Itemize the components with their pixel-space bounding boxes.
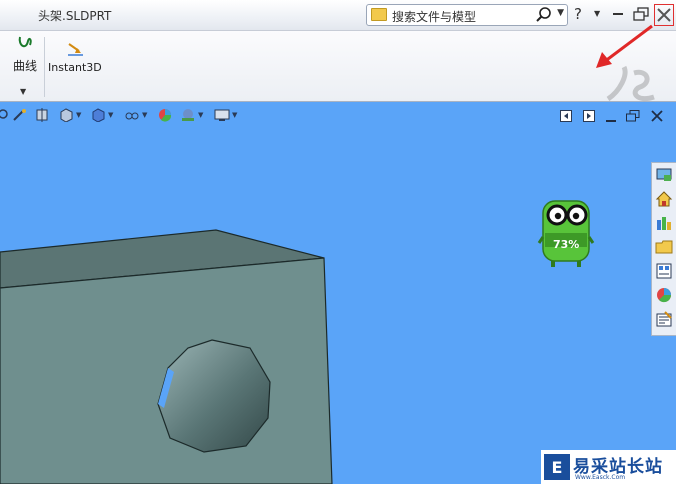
viewport-next-icon[interactable] xyxy=(583,110,595,122)
section-view-icon[interactable] xyxy=(35,108,51,122)
view-settings-icon[interactable] xyxy=(214,108,230,122)
file-explorer-icon[interactable] xyxy=(655,238,673,256)
viewport-prev-icon[interactable] xyxy=(560,110,572,122)
home-tab-icon[interactable] xyxy=(655,190,673,208)
custom-properties-icon[interactable] xyxy=(655,310,673,328)
view-palette-icon[interactable] xyxy=(655,262,673,280)
view-toolbar: ▼ ▼ ▼ ▼ ▼ xyxy=(0,106,270,126)
hide-show-icon[interactable] xyxy=(124,108,140,122)
mascot-percent: 73% xyxy=(553,238,580,251)
watermark-logo-icon: E xyxy=(544,454,570,480)
appearances-tab-icon[interactable] xyxy=(655,286,673,304)
view-orientation-icon[interactable] xyxy=(58,108,74,122)
view-settings-dropdown-icon[interactable]: ▼ xyxy=(232,111,248,125)
watermark-subtext: Www.Easck.Com xyxy=(575,474,626,481)
mascot-icon xyxy=(537,200,595,267)
display-style-icon[interactable] xyxy=(90,108,106,122)
site-watermark: E 易采站长站 Www.Easck.Com xyxy=(541,450,676,484)
viewport-restore-button[interactable] xyxy=(626,110,640,122)
svg-text:E: E xyxy=(552,458,563,477)
viewport-minimize-button[interactable] xyxy=(606,120,616,122)
task-pane-tabs xyxy=(651,162,676,336)
resources-tab-icon[interactable] xyxy=(655,166,673,184)
hide-show-dropdown-icon[interactable]: ▼ xyxy=(142,111,158,125)
design-library-icon[interactable] xyxy=(655,214,673,232)
scene-dropdown-icon[interactable]: ▼ xyxy=(198,111,214,125)
display-dropdown-icon[interactable]: ▼ xyxy=(108,111,124,125)
viewport-close-button[interactable] xyxy=(651,110,663,122)
progress-mascot: 73% xyxy=(535,193,597,273)
part-front-face xyxy=(0,257,333,484)
scene-icon[interactable] xyxy=(180,108,196,122)
zoom-area-icon[interactable] xyxy=(12,108,28,122)
appearance-icon[interactable] xyxy=(157,108,173,122)
